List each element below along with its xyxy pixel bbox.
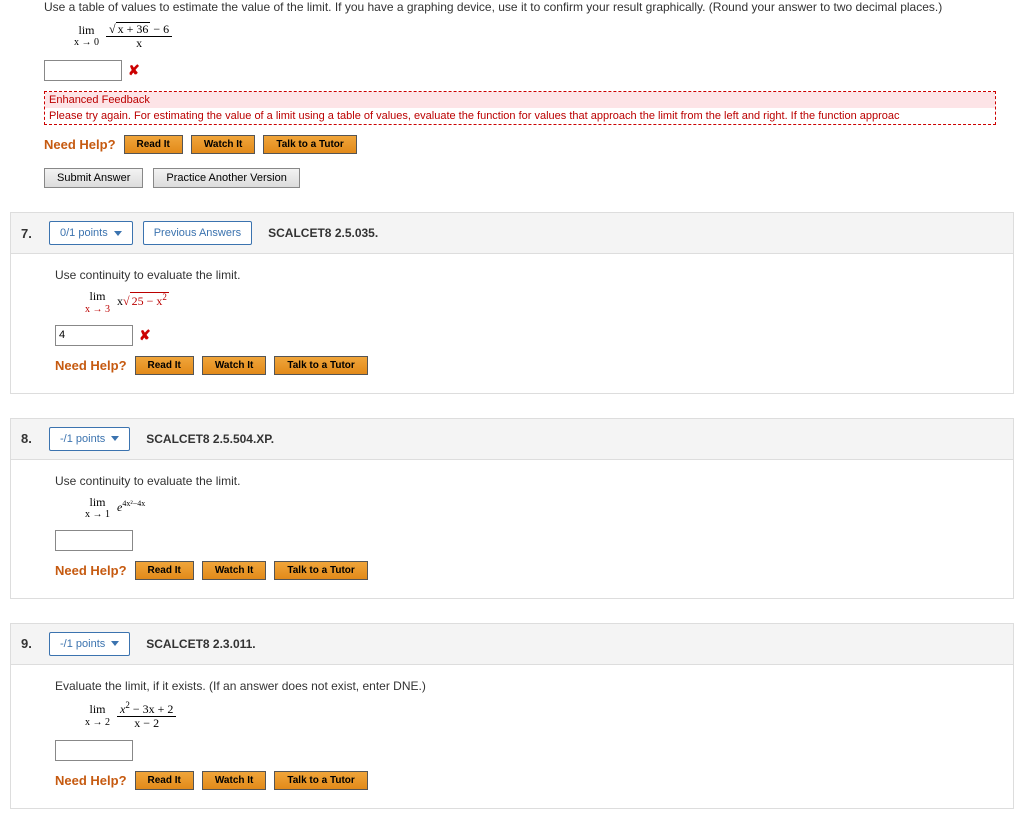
incorrect-icon: ✘ [128,62,140,79]
watch-it-button[interactable]: Watch It [202,771,267,790]
chevron-down-icon [111,436,119,441]
watch-it-button[interactable]: Watch It [202,356,267,375]
incorrect-icon: ✘ [139,327,151,344]
question-number: 9. [21,636,39,651]
points-dropdown[interactable]: -/1 points [49,427,130,451]
talk-tutor-button[interactable]: Talk to a Tutor [263,135,356,154]
chevron-down-icon [111,641,119,646]
watch-it-button[interactable]: Watch It [202,561,267,580]
read-it-button[interactable]: Read It [124,135,183,154]
need-help-label: Need Help? [44,137,116,152]
answer-input[interactable] [44,60,122,81]
talk-tutor-button[interactable]: Talk to a Tutor [274,771,367,790]
points-dropdown[interactable]: -/1 points [49,632,130,656]
points-dropdown[interactable]: 0/1 points [49,221,133,245]
need-help-label: Need Help? [55,358,127,373]
question-number: 7. [21,226,39,241]
need-help-label: Need Help? [55,563,127,578]
answer-input[interactable] [55,530,133,551]
math-expression: lim x → 1 e4x²−4x [85,496,985,520]
read-it-button[interactable]: Read It [135,561,194,580]
source-reference: SCALCET8 2.3.011. [146,637,255,651]
math-expression: lim x → 0 √x + 36 − 6 x [74,22,996,50]
question-number: 8. [21,431,39,446]
math-expression: lim x → 3 x√25 − x2 [85,290,985,314]
read-it-button[interactable]: Read It [135,356,194,375]
talk-tutor-button[interactable]: Talk to a Tutor [274,561,367,580]
source-reference: SCALCET8 2.5.035. [268,226,378,240]
previous-answers-button[interactable]: Previous Answers [143,221,252,245]
chevron-down-icon [114,231,122,236]
question-prompt: Use continuity to evaluate the limit. [55,268,985,282]
question-prompt: Evaluate the limit, if it exists. (If an… [55,679,985,693]
feedback-body: Please try again. For estimating the val… [45,108,995,124]
watch-it-button[interactable]: Watch It [191,135,256,154]
need-help-label: Need Help? [55,773,127,788]
feedback-box: Enhanced Feedback Please try again. For … [44,91,996,125]
answer-input[interactable] [55,740,133,761]
practice-another-button[interactable]: Practice Another Version [153,168,299,188]
source-reference: SCALCET8 2.5.504.XP. [146,432,274,446]
submit-answer-button[interactable]: Submit Answer [44,168,143,188]
read-it-button[interactable]: Read It [135,771,194,790]
question-prompt: Use a table of values to estimate the va… [44,0,996,14]
question-prompt: Use continuity to evaluate the limit. [55,474,985,488]
feedback-title: Enhanced Feedback [45,92,995,108]
math-expression: lim x → 2 x2 − 3x + 2 x − 2 [85,701,985,730]
answer-input[interactable] [55,325,133,346]
talk-tutor-button[interactable]: Talk to a Tutor [274,356,367,375]
